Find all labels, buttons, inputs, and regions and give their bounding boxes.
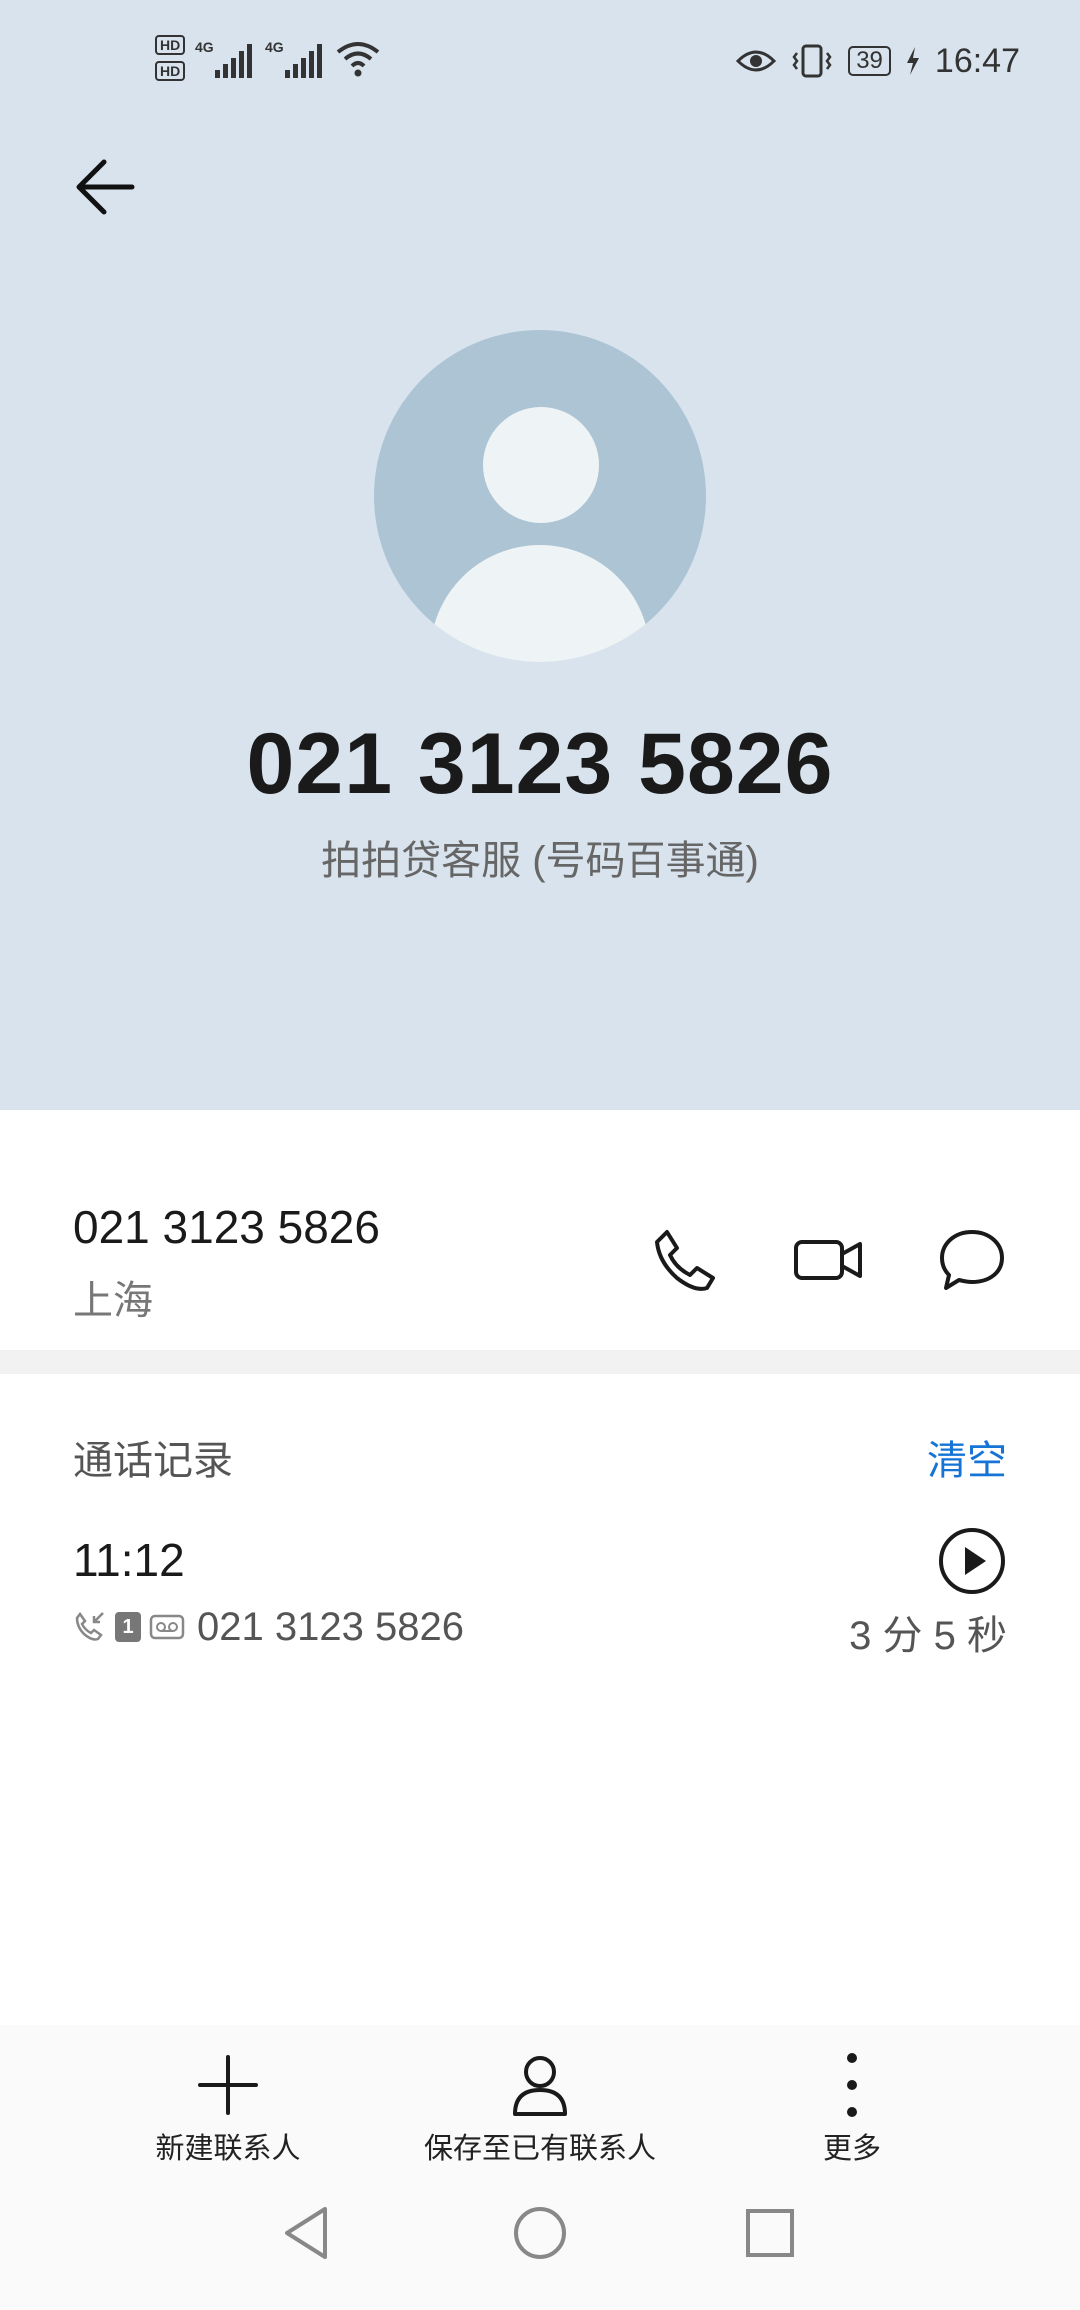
chat-bubble-icon	[940, 1230, 1004, 1290]
net2-label: 4G	[265, 39, 284, 55]
new-contact-button[interactable]: 新建联系人	[48, 2025, 408, 2165]
more-button[interactable]: 更多	[672, 2025, 1032, 2165]
video-camera-icon	[794, 1240, 862, 1280]
phone-icon	[655, 1230, 715, 1291]
system-navigation-bar	[0, 2165, 1080, 2310]
section-divider	[0, 1350, 1080, 1374]
signal-sim2-icon: 4G	[265, 39, 323, 78]
contact-header: HD HD 4G 4G 39 16:47 021 3123 5826 拍拍贷客服…	[0, 0, 1080, 1110]
play-icon	[939, 1528, 1005, 1594]
triangle-back-icon	[285, 2207, 327, 2259]
nav-back-button[interactable]	[279, 2203, 339, 2263]
net1-label: 4G	[195, 39, 214, 55]
contact-number-title: 021 3123 5826	[246, 716, 834, 812]
status-time: 16:47	[934, 41, 1020, 80]
call-details: 1 021 3123 5826	[73, 1601, 464, 1653]
play-recording-button[interactable]	[937, 1526, 1007, 1596]
eye-comfort-icon	[736, 50, 777, 72]
phone-number[interactable]: 021 3123 5826	[73, 1200, 380, 1254]
wifi-icon	[336, 42, 380, 77]
incoming-call-icon	[75, 1611, 104, 1641]
avatar-head	[483, 407, 599, 523]
more-label: 更多	[822, 2133, 881, 2165]
status-bar: HD HD 4G 4G 39 16:47	[0, 0, 1080, 110]
arrow-left-icon	[76, 159, 135, 215]
plus-icon	[198, 2055, 258, 2115]
circle-home-icon	[514, 2207, 566, 2259]
hd1-badge: HD	[155, 35, 186, 55]
more-vertical-icon	[847, 2053, 857, 2117]
square-recents-icon	[746, 2209, 794, 2257]
new-contact-label: 新建联系人	[155, 2133, 301, 2165]
call-time: 11:12	[73, 1534, 185, 1586]
nav-recents-button[interactable]	[740, 2203, 800, 2263]
caller-id-label: 拍拍贷客服 (号码百事通)	[321, 839, 759, 883]
battery-level: 39	[848, 46, 891, 76]
vibrate-icon	[792, 44, 832, 78]
hd2-badge: HD	[155, 61, 186, 81]
save-to-existing-button[interactable]: 保存至已有联系人	[360, 2025, 720, 2165]
call-duration: 3 分 5 秒	[849, 1614, 1007, 1658]
bottom-action-bar: 新建联系人 保存至已有联系人 更多	[0, 2025, 1080, 2165]
contact-avatar	[374, 330, 706, 662]
call-log-title: 通话记录	[73, 1439, 233, 1483]
nav-home-button[interactable]	[510, 2203, 570, 2263]
number-info-row: 021 3123 5826 上海	[0, 1110, 1080, 1350]
video-call-button[interactable]	[788, 1220, 868, 1300]
person-icon	[513, 2056, 567, 2116]
call-button[interactable]	[645, 1220, 725, 1300]
phone-location: 上海	[73, 1279, 153, 1323]
save-to-existing-label: 保存至已有联系人	[423, 2133, 656, 2165]
clear-log-button[interactable]: 清空	[927, 1428, 1007, 1486]
voicemail-icon	[149, 1614, 185, 1640]
charging-icon	[906, 47, 919, 75]
signal-indicators: HD HD 4G 4G	[155, 28, 381, 88]
back-button[interactable]	[70, 150, 145, 225]
message-button[interactable]	[932, 1220, 1012, 1300]
sim-badge: 1	[115, 1612, 141, 1642]
system-indicators: 39 16:47	[736, 28, 1020, 94]
signal-sim1-icon: 4G	[195, 39, 253, 78]
call-log-number: 021 3123 5826	[197, 1604, 464, 1649]
avatar-body	[430, 545, 650, 662]
